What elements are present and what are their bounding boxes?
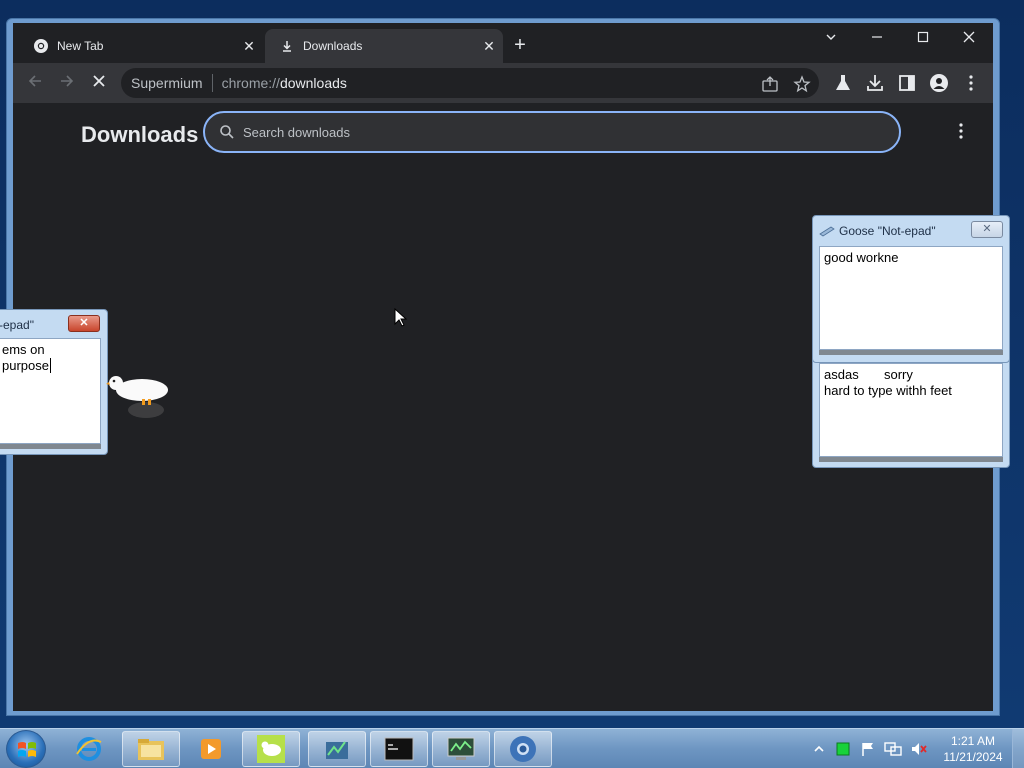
close-tab-icon[interactable]: ✕ [479, 38, 499, 55]
window-title: -epad" [0, 316, 34, 334]
notepad-icon [819, 225, 835, 237]
close-tab-icon[interactable]: ✕ [239, 38, 259, 55]
close-window-button[interactable] [949, 27, 989, 51]
notepad-window-goose[interactable]: Goose "Not-epad" ✕ good workne [812, 215, 1010, 363]
system-tray [812, 729, 928, 768]
taskbar-clock[interactable]: 1:21 AM 11/21/2024 [938, 733, 1008, 765]
more-options-icon [959, 123, 963, 139]
address-separator [211, 74, 213, 92]
page-title: Downloads [81, 122, 199, 147]
share-icon[interactable] [761, 75, 779, 93]
tab-search-button[interactable] [811, 27, 851, 51]
menu-kebab-icon[interactable] [961, 73, 981, 93]
window-title-text: Goose "Not-epad" [839, 224, 936, 238]
taskbar-cmd[interactable] [370, 731, 428, 767]
supermium-browser-icon [510, 736, 536, 762]
system-monitor-icon [447, 737, 475, 760]
internet-explorer-icon [76, 737, 102, 761]
scrollbar[interactable] [0, 444, 101, 449]
close-icon [963, 31, 975, 43]
tab-label: New Tab [57, 39, 104, 53]
browser-toolbar: Supermium chrome:// downloads [13, 63, 993, 103]
forward-button[interactable] [55, 71, 79, 95]
notepad-text-area[interactable]: asdas sorry hard to type withh feet [819, 363, 1003, 457]
start-button[interactable] [6, 730, 46, 768]
back-button[interactable] [23, 71, 47, 95]
network-icon[interactable] [884, 741, 902, 757]
labs-flask-icon[interactable] [833, 73, 853, 93]
url-path: downloads [279, 75, 347, 91]
close-button[interactable]: ✕ [971, 221, 1003, 238]
windows-logo-icon [18, 742, 36, 757]
tab-label: Downloads [303, 39, 363, 53]
profile-avatar-icon[interactable] [929, 73, 949, 93]
site-label: Supermium [131, 75, 203, 91]
forward-arrow-icon [61, 75, 74, 87]
side-panel-icon[interactable] [897, 73, 917, 93]
maximize-button[interactable] [903, 27, 943, 51]
notepad-text: ems on purpose [2, 342, 49, 373]
clock-time: 1:21 AM [950, 734, 996, 748]
notepad-text-area[interactable]: ems on purpose​ [0, 338, 101, 444]
tab-downloads[interactable]: Downloads ✕ [265, 29, 503, 63]
action-center-flag-icon[interactable] [860, 741, 876, 757]
goose-app-icon [257, 735, 285, 763]
taskbar-file-explorer[interactable] [122, 731, 180, 767]
downloads-menu-button[interactable] [951, 121, 971, 141]
url-scheme: chrome:// [221, 75, 280, 91]
task-manager-icon [326, 741, 348, 759]
close-button[interactable]: ✕ [68, 315, 100, 332]
taskbar-task-manager[interactable] [308, 731, 366, 767]
mouse-cursor-icon [394, 307, 408, 328]
maximize-icon [917, 31, 929, 43]
downloads-icon[interactable] [865, 73, 885, 93]
notepad-text-area[interactable]: good workne [819, 246, 1003, 350]
taskbar-system-monitor[interactable] [432, 731, 490, 767]
notepad-window-left[interactable]: -epad" ✕ ems on purpose​ [0, 309, 108, 455]
taskbar-goose-app[interactable] [242, 731, 300, 767]
text-caret: ​ [49, 358, 51, 373]
notepad-line: hard to type withh feet [824, 383, 952, 398]
scrollbar[interactable] [819, 350, 1003, 355]
minimize-button[interactable] [857, 27, 897, 51]
chrome-icon [33, 38, 49, 54]
taskbar: 1:21 AM 11/21/2024 [0, 728, 1024, 768]
folder-icon [138, 739, 164, 760]
download-icon [279, 38, 295, 54]
command-prompt-icon [384, 737, 414, 761]
search-icon [219, 124, 235, 140]
show-desktop-button[interactable] [1012, 729, 1024, 768]
new-tab-button[interactable]: + [509, 35, 531, 57]
notepad-window-lower[interactable]: asdas sorry hard to type withh feet [812, 354, 1010, 468]
back-arrow-icon [28, 75, 41, 87]
window-title: Goose "Not-epad" [819, 222, 936, 240]
search-input[interactable] [243, 124, 843, 140]
notepad-line: asdas sorry [824, 367, 913, 382]
taskbar-internet-explorer[interactable] [60, 731, 118, 767]
tab-bar: New Tab ✕ Downloads ✕ + [13, 23, 993, 63]
goose-sprite [106, 370, 170, 418]
media-player-icon [201, 739, 221, 759]
scrollbar[interactable] [819, 457, 1003, 462]
taskbar-supermium[interactable] [494, 731, 552, 767]
window-title-text: -epad" [0, 318, 34, 332]
search-box[interactable] [203, 111, 901, 153]
chevron-down-icon [826, 34, 836, 40]
clock-date: 11/21/2024 [943, 750, 1003, 764]
bookmark-star-icon[interactable] [793, 75, 811, 93]
taskbar-media-player[interactable] [182, 731, 240, 767]
minimize-icon [872, 36, 882, 38]
volume-muted-icon[interactable] [910, 741, 928, 757]
address-bar[interactable]: Supermium chrome:// downloads [121, 68, 819, 98]
stop-button[interactable] [87, 71, 111, 95]
status-indicator-icon[interactable] [836, 742, 850, 756]
stop-icon [93, 75, 105, 87]
show-hidden-icons-icon[interactable] [812, 742, 826, 756]
tab-new-tab[interactable]: New Tab ✕ [19, 29, 263, 63]
